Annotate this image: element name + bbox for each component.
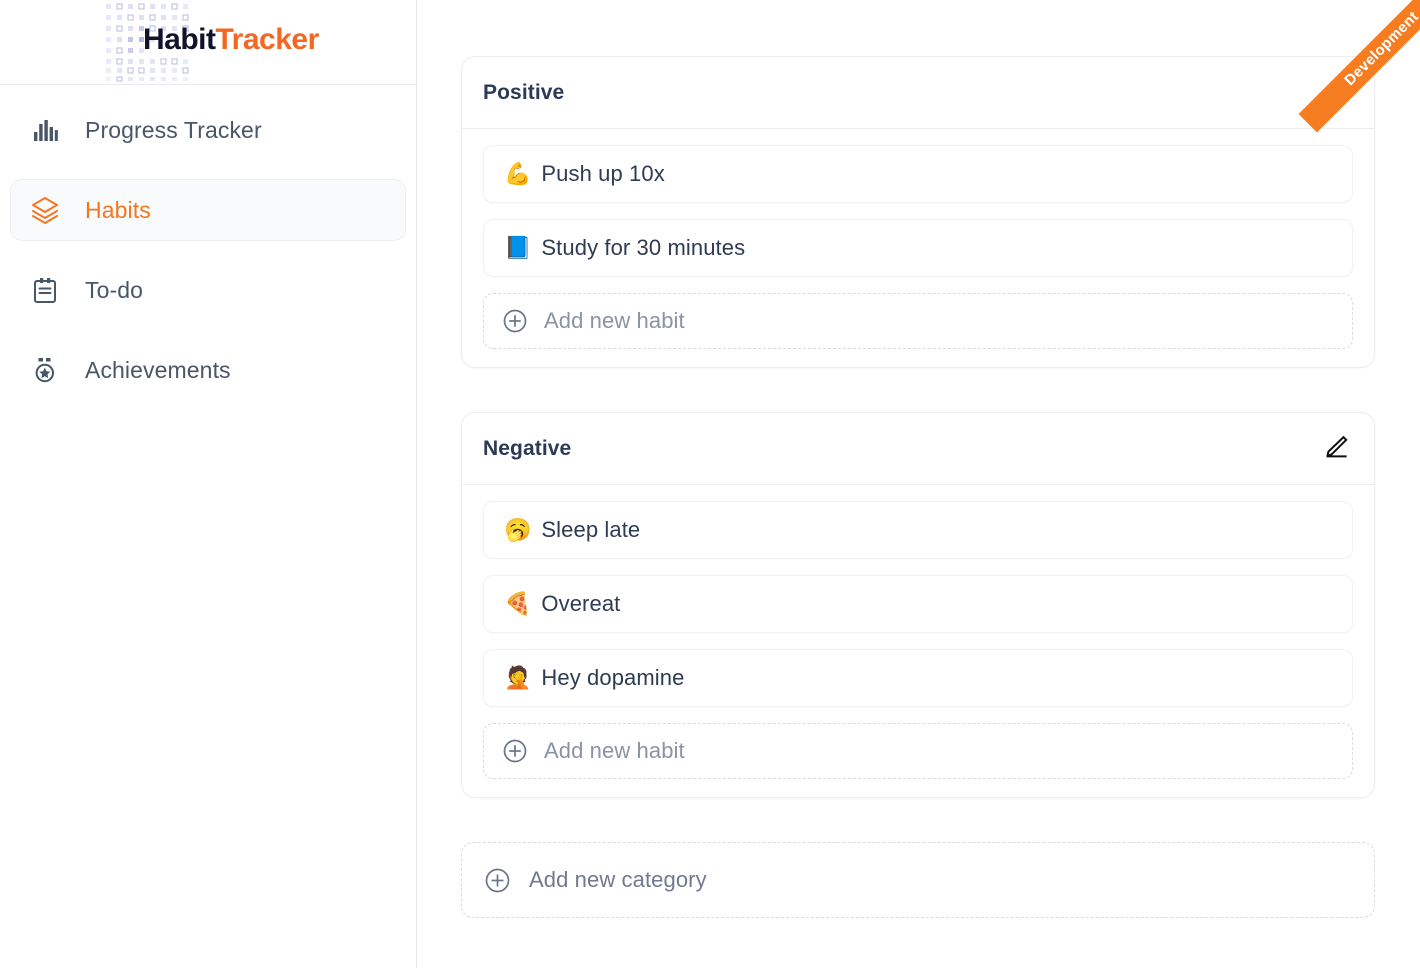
habit-row[interactable]: 🍕 Overeat [483, 575, 1353, 633]
category-body: 🥱 Sleep late 🍕 Overeat 🤦 Hey dopamine Ad… [462, 485, 1374, 797]
edit-category-button[interactable] [1319, 76, 1353, 110]
habit-row[interactable]: 🤦 Hey dopamine [483, 649, 1353, 707]
habit-label: Hey dopamine [541, 665, 685, 690]
sidebar-item-achievements[interactable]: Achievements [10, 339, 406, 401]
habit-emoji: 💪 [504, 161, 532, 186]
habit-label: Study for 30 minutes [541, 235, 746, 260]
sidebar-item-label: To-do [85, 276, 144, 303]
pencil-icon [1323, 78, 1349, 107]
habit-row[interactable]: 🥱 Sleep late [483, 501, 1353, 559]
category-header: Positive [462, 57, 1374, 129]
category-title: Negative [483, 436, 572, 460]
add-new-habit-label: Add new habit [544, 738, 685, 763]
habit-label: Overeat [541, 591, 621, 616]
habit-emoji: 🤦 [504, 665, 532, 690]
add-new-category-label: Add new category [529, 867, 707, 892]
logo-text-habit: Habit [143, 23, 216, 56]
plus-circle-icon [502, 308, 528, 334]
sidebar-item-label: Progress Tracker [85, 116, 262, 143]
category-body: 💪 Push up 10x 📘 Study for 30 minutes Add… [462, 129, 1374, 367]
bar-chart-icon [29, 114, 61, 146]
habit-emoji: 🍕 [504, 591, 532, 616]
habit-label: Push up 10x [541, 161, 665, 186]
sidebar-item-to-do[interactable]: To-do [10, 259, 406, 321]
main-content: Positive 💪 Push up 10x 📘 Study for 30 mi… [417, 0, 1420, 968]
pencil-icon [1323, 434, 1349, 463]
sidebar-item-progress-tracker[interactable]: Progress Tracker [10, 99, 406, 161]
add-new-habit-button[interactable]: Add new habit [483, 723, 1353, 779]
add-new-habit-label: Add new habit [544, 308, 685, 333]
sidebar: HabitTracker Progress Tracker Habits To-… [0, 0, 417, 968]
edit-category-button[interactable] [1319, 432, 1353, 466]
layers-icon [29, 194, 61, 226]
sidebar-nav: Progress Tracker Habits To-do Achievemen… [0, 85, 416, 401]
add-new-habit-button[interactable]: Add new habit [483, 293, 1353, 349]
habit-row[interactable]: 📘 Study for 30 minutes [483, 219, 1353, 277]
category-header: Negative [462, 413, 1374, 485]
category-title: Positive [483, 80, 565, 104]
plus-circle-icon [502, 738, 528, 764]
sidebar-item-label: Achievements [85, 356, 231, 383]
habit-row[interactable]: 💪 Push up 10x [483, 145, 1353, 203]
habit-emoji: 📘 [504, 235, 532, 260]
logo-text-tracker: Tracker [215, 23, 320, 56]
add-new-category-button[interactable]: Add new category [461, 842, 1375, 918]
app-logo[interactable]: HabitTracker [0, 0, 416, 84]
sidebar-item-habits[interactable]: Habits [10, 179, 406, 241]
habit-label: Sleep late [541, 517, 641, 542]
clipboard-icon [29, 274, 61, 306]
habit-emoji: 🥱 [504, 517, 532, 542]
sidebar-item-label: Habits [85, 196, 151, 223]
category-card-positive: Positive 💪 Push up 10x 📘 Study for 30 mi… [461, 56, 1375, 368]
category-card-negative: Negative 🥱 Sleep late 🍕 Overeat 🤦 Hey do… [461, 412, 1375, 798]
app-root: HabitTracker Progress Tracker Habits To-… [0, 0, 1420, 968]
plus-circle-icon [484, 867, 511, 894]
logo-wordmark: HabitTracker [143, 23, 319, 57]
medal-icon [29, 354, 61, 386]
